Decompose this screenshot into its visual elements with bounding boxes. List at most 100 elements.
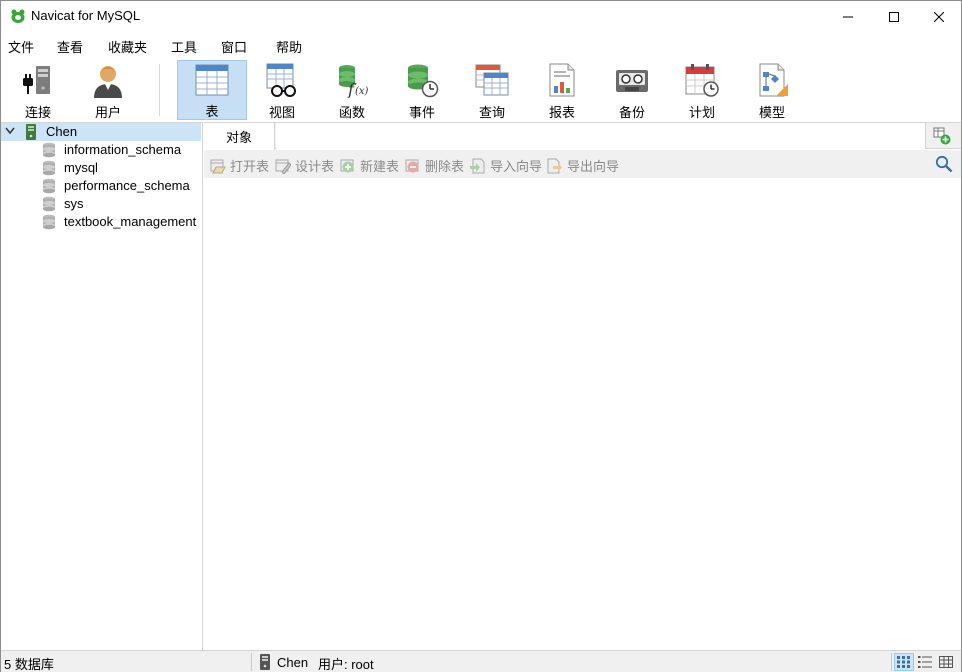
delete-table-label: 删除表 xyxy=(425,159,465,174)
connection-plug-icon xyxy=(23,66,50,94)
main-toolbar: 连接 用户 表 视图 f (x) 函数 事件 查询 报表 备份 计划 模型 xyxy=(1,58,961,122)
menu-file[interactable]: 文件 xyxy=(8,37,34,56)
open-table-button[interactable]: 打开表 xyxy=(210,156,269,175)
import-wizard-label: 导入向导 xyxy=(490,159,543,174)
status-divider xyxy=(251,653,252,671)
tree-database-item[interactable]: sys xyxy=(1,195,201,213)
object-panel: 对象 打开表 设计表 新建表 删除表 导入向导 导出向导 xyxy=(204,122,961,650)
toolbar-report-button[interactable]: 报表 xyxy=(527,60,597,120)
toolbar-query-button[interactable]: 查询 xyxy=(457,60,527,120)
toolbar-connection-label: 连接 xyxy=(24,105,51,120)
toolbar-view-button[interactable]: 视图 xyxy=(247,60,317,120)
toolbar-schedule-button[interactable]: 计划 xyxy=(667,60,737,120)
minimize-button[interactable] xyxy=(825,1,871,32)
menu-window[interactable]: 窗口 xyxy=(221,37,247,56)
query-icon xyxy=(475,64,509,96)
new-tab-add-icon[interactable] xyxy=(933,127,951,145)
design-table-label: 设计表 xyxy=(295,159,335,174)
tree-database-label: textbook_management xyxy=(64,214,197,229)
tree-database-label: information_schema xyxy=(64,142,182,157)
schedule-calendar-icon xyxy=(685,64,719,97)
toolbar-backup-label: 备份 xyxy=(618,105,645,120)
tab-objects[interactable]: 对象 xyxy=(204,123,275,150)
tree-database-item[interactable]: performance_schema xyxy=(1,177,201,195)
menu-favorites[interactable]: 收藏夹 xyxy=(108,37,147,56)
import-wizard-button[interactable]: 导入向导 xyxy=(470,156,542,175)
toolbar-model-label: 模型 xyxy=(758,105,785,120)
minimize-icon xyxy=(843,16,853,17)
event-clock-icon xyxy=(408,64,439,98)
toolbar-table-button[interactable]: 表 xyxy=(177,60,247,120)
view-glasses-icon xyxy=(266,63,296,97)
close-button[interactable] xyxy=(916,1,962,32)
toolbar-user-button[interactable]: 用户 xyxy=(73,60,143,120)
open-table-icon xyxy=(210,159,226,173)
tree-database-label: mysql xyxy=(64,160,98,175)
menu-help[interactable]: 帮助 xyxy=(276,37,302,56)
maximize-button[interactable] xyxy=(871,1,917,32)
view-detail-button[interactable] xyxy=(915,653,935,671)
open-table-label: 打开表 xyxy=(230,159,270,174)
grid-view-icon xyxy=(939,656,953,668)
toolbar-event-button[interactable]: 事件 xyxy=(387,60,457,120)
model-icon xyxy=(759,63,788,97)
toolbar-event-label: 事件 xyxy=(408,105,435,120)
tree-database-label: performance_schema xyxy=(64,178,190,193)
database-icon xyxy=(43,178,55,194)
export-wizard-label: 导出向导 xyxy=(567,159,620,174)
mysql-connection-icon xyxy=(26,124,36,140)
database-icon xyxy=(43,196,55,212)
status-user: 用户: root xyxy=(318,657,374,672)
tree-database-item[interactable]: mysql xyxy=(1,159,201,177)
database-icon xyxy=(43,142,55,158)
toolbar-connection-button[interactable]: 连接 xyxy=(3,60,73,120)
app-window: Navicat for MySQL 文件 查看 收藏夹 工具 窗口 帮助 连接 … xyxy=(0,0,962,672)
tree-database-label: sys xyxy=(64,196,84,211)
export-wizard-icon xyxy=(547,158,562,173)
object-action-bar: 打开表 设计表 新建表 删除表 导入向导 导出向导 xyxy=(204,150,961,178)
toolbar-schedule-label: 计划 xyxy=(688,105,715,120)
table-icon xyxy=(195,64,229,96)
new-table-button[interactable]: 新建表 xyxy=(340,156,399,175)
new-table-icon xyxy=(340,159,354,172)
toolbar-table-label: 表 xyxy=(205,104,219,119)
maximize-icon xyxy=(889,11,899,22)
toolbar-view-label: 视图 xyxy=(268,105,295,120)
export-wizard-button[interactable]: 导出向导 xyxy=(547,156,619,175)
view-grid-button[interactable] xyxy=(936,653,956,671)
tree-connection-item[interactable]: Chen xyxy=(1,123,201,141)
connection-tree: Chen information_schema mysql performanc… xyxy=(1,122,203,650)
new-table-label: 新建表 xyxy=(360,159,400,174)
close-icon xyxy=(934,11,944,22)
status-connection: Chen xyxy=(259,654,308,670)
tree-database-item[interactable]: information_schema xyxy=(1,141,201,159)
title-bar: Navicat for MySQL xyxy=(1,1,961,32)
toolbar-report-label: 报表 xyxy=(548,105,575,120)
menu-bar: 文件 查看 收藏夹 工具 窗口 帮助 xyxy=(1,32,961,58)
tree-database-item[interactable]: textbook_management xyxy=(1,213,201,231)
menu-tools[interactable]: 工具 xyxy=(171,37,197,56)
toolbar-user-label: 用户 xyxy=(94,105,121,120)
delete-table-icon xyxy=(405,159,419,172)
svg-text:(x): (x) xyxy=(355,86,369,97)
toolbar-function-button[interactable]: f (x) 函数 xyxy=(317,60,387,120)
toolbar-function-label: 函数 xyxy=(338,105,365,120)
design-table-icon xyxy=(275,159,291,174)
toolbar-separator xyxy=(159,64,160,116)
delete-table-button[interactable]: 删除表 xyxy=(405,156,464,175)
function-icon: f (x) xyxy=(339,65,369,98)
toolbar-model-button[interactable]: 模型 xyxy=(737,60,807,120)
design-table-button[interactable]: 设计表 xyxy=(275,156,334,175)
search-icon[interactable] xyxy=(935,155,953,173)
list-view-icon xyxy=(897,656,910,668)
status-divider xyxy=(891,653,892,671)
view-list-large-button[interactable] xyxy=(894,653,914,671)
tab-bar: 对象 xyxy=(204,123,961,150)
database-icon xyxy=(43,160,55,176)
chevron-down-icon[interactable] xyxy=(5,127,15,135)
database-count: 5 数据库 xyxy=(4,657,54,672)
menu-view[interactable]: 查看 xyxy=(57,37,83,56)
navicat-logo-icon xyxy=(11,9,25,23)
status-bar: 5 数据库 Chen 用户: root xyxy=(1,650,961,672)
toolbar-backup-button[interactable]: 备份 xyxy=(597,60,667,120)
